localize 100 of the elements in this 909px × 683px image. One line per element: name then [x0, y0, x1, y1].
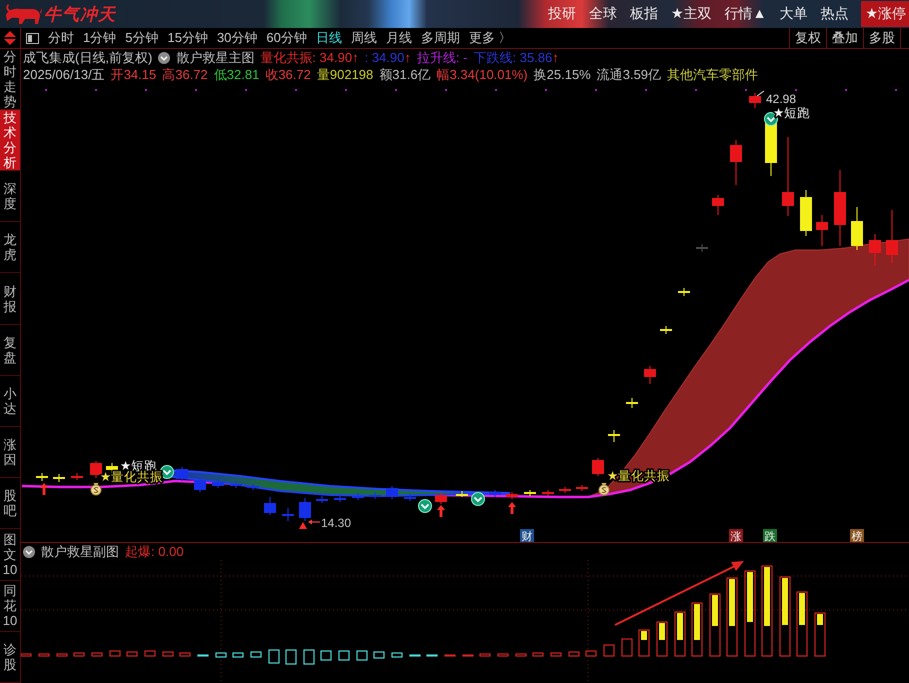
sidebar-tab[interactable]: 股吧	[0, 478, 20, 530]
histogram-bar	[232, 652, 244, 658]
candlestick	[71, 472, 83, 480]
candlestick	[230, 482, 242, 488]
period-tab[interactable]: 分时	[48, 29, 74, 47]
candlestick	[851, 206, 863, 250]
candlestick	[608, 430, 620, 442]
menu-item[interactable]: 投研	[548, 5, 576, 23]
quote-field: 换25.15%	[534, 66, 591, 84]
sidebar-tab[interactable]: 复盘	[0, 324, 20, 376]
candlestick	[542, 490, 554, 496]
menu-item[interactable]: 板指	[630, 5, 658, 23]
candlestick	[352, 492, 364, 500]
histogram-bar	[109, 650, 121, 657]
low-price-label: 14.30	[321, 516, 352, 530]
toolbar-button[interactable]: 叠加	[826, 28, 863, 48]
indicator-name[interactable]: 散户救星副图	[41, 542, 119, 560]
logo-text: 牛气冲天	[44, 4, 116, 26]
period-tab[interactable]: 多周期	[420, 29, 460, 47]
histogram-bar	[250, 651, 262, 658]
period-tab[interactable]: 1分钟	[83, 29, 116, 47]
histogram-bar	[215, 652, 227, 658]
candlestick	[696, 244, 708, 252]
period-tab[interactable]: 月线	[386, 29, 412, 47]
histogram-bar	[338, 650, 350, 661]
histogram-bar	[356, 650, 368, 661]
candlestick	[886, 210, 898, 264]
indicator-reading: 下跌线: 35.86↑	[473, 48, 559, 66]
chevron-down-icon	[418, 499, 432, 513]
candlestick	[36, 472, 48, 482]
candlestick	[816, 214, 828, 246]
chevron-down-icon[interactable]	[23, 546, 35, 558]
menu-item[interactable]: 热点	[820, 5, 848, 23]
histogram-bar	[674, 611, 686, 657]
toolbar-button[interactable]: 多股	[863, 28, 900, 48]
indicator-name[interactable]: 散户救星主图	[176, 48, 254, 66]
sidebar-tab[interactable]: 技术分析	[0, 110, 20, 171]
sidebar-tab[interactable]: 深度	[0, 171, 20, 222]
indicator-reading: 量化共振: 34.90↑	[260, 48, 359, 66]
period-tab[interactable]: 30分钟	[216, 29, 258, 47]
candlestick	[435, 492, 447, 504]
histogram-bar	[462, 654, 474, 657]
period-tab[interactable]: 周线	[350, 29, 377, 47]
candlestick	[592, 458, 604, 476]
sidebar-tab[interactable]: 小达	[0, 376, 20, 428]
security-name: 成飞集成(日线,前复权)	[23, 48, 152, 66]
candlestick	[626, 398, 638, 408]
sidebar-tab[interactable]: 图文10	[0, 529, 20, 581]
money-bag-icon	[90, 483, 102, 496]
candlestick	[369, 492, 381, 500]
sidebar-tab[interactable]: 龙虎	[0, 222, 20, 274]
signal-label: ★量化共振	[100, 470, 164, 484]
quote-field: 量902198	[316, 66, 374, 84]
up-down-arrows-icon[interactable]	[3, 30, 17, 46]
signal-label: ★短跑	[773, 106, 810, 120]
menu-item[interactable]: 全球	[589, 5, 618, 23]
candlestick	[489, 490, 501, 498]
sidebar-tab[interactable]: 涨因	[0, 427, 20, 478]
histogram-bar	[126, 651, 138, 657]
up-arrow-icon	[508, 502, 516, 514]
menu-item[interactable]: 大单	[779, 5, 808, 23]
menu-item[interactable]: 行情▲	[724, 5, 766, 23]
period-tab[interactable]: 5分钟	[125, 29, 158, 47]
sidebar-tab[interactable]: 财报	[0, 273, 20, 325]
period-tab[interactable]: 60分钟	[266, 29, 307, 47]
histogram-bar	[550, 652, 562, 657]
menu-item[interactable]: ★涨停	[861, 1, 909, 27]
quote-field: 低32.81	[214, 66, 260, 84]
chevron-down-icon[interactable]	[158, 52, 170, 64]
chevron-down-icon	[471, 492, 485, 506]
candlestick	[644, 366, 656, 384]
histogram-bar	[497, 653, 509, 657]
panel-toggle-icon[interactable]	[26, 32, 39, 44]
quote-field: 幅3.34(10.01%)	[436, 66, 528, 84]
candlestick	[194, 478, 206, 492]
up-arrow-icon	[40, 483, 48, 495]
histogram-bar	[621, 638, 633, 657]
histogram-bar	[91, 652, 103, 657]
industry-name: 其他汽车零部件	[667, 66, 758, 84]
histogram-bar	[268, 649, 280, 664]
quote-field: 流通3.59亿	[596, 66, 662, 84]
candlestick	[506, 492, 518, 500]
period-tab[interactable]: 15分钟	[167, 29, 208, 47]
candlestick	[404, 494, 416, 502]
menu-item[interactable]: ★主双	[671, 5, 712, 23]
candlestick	[800, 190, 812, 236]
histogram-bar	[162, 651, 174, 657]
signal-tag: 跌	[763, 529, 777, 542]
toolbar-button[interactable]: 复权	[789, 28, 826, 48]
period-tab[interactable]: 日线	[316, 29, 342, 47]
candlestick	[176, 466, 188, 482]
period-tab[interactable]: 更多 〉	[468, 29, 512, 47]
sidebar-tab[interactable]: 同花10	[0, 580, 20, 632]
signal-tag: 财	[520, 529, 534, 542]
sidebar-tab[interactable]: 诊股	[0, 632, 20, 683]
signal-label: ★量化共振	[607, 469, 670, 483]
candlestick	[576, 484, 588, 492]
money-bag-icon	[598, 483, 610, 496]
histogram-bar	[479, 653, 491, 657]
histogram-bar	[585, 650, 597, 657]
